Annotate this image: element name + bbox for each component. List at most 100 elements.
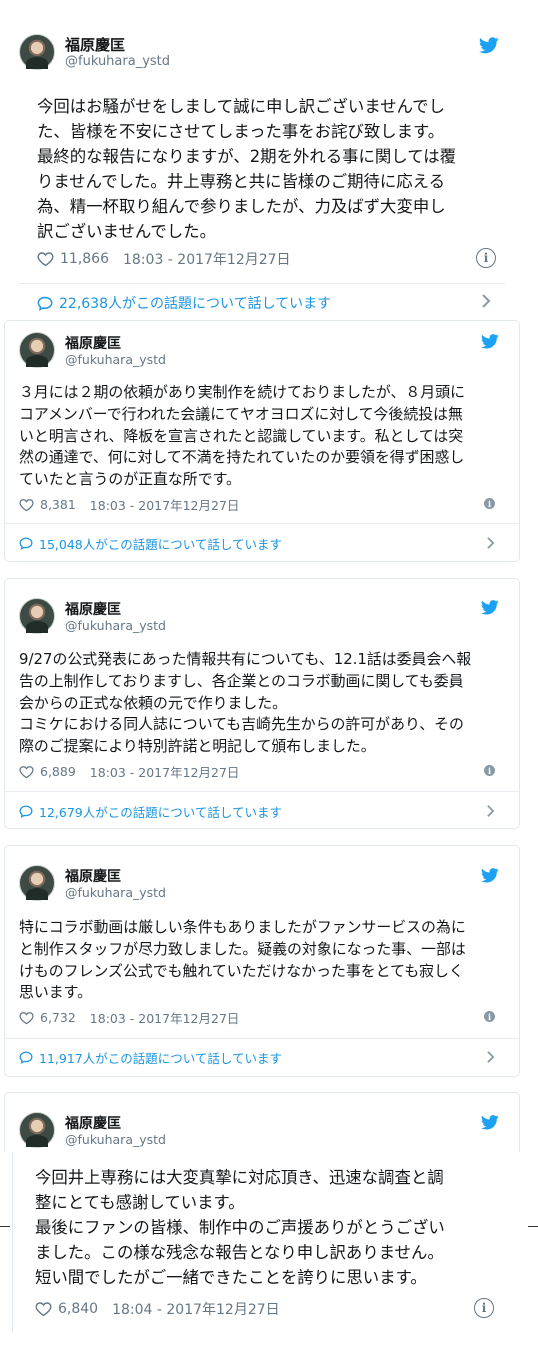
display-name[interactable]: 福原慶匡 [65,333,121,353]
tweet-line: 会からの正式な依頼の元で作りました。 [19,693,288,712]
chevron-right-icon[interactable] [486,535,495,554]
avatar[interactable] [19,332,55,368]
crop-line [528,1226,538,1227]
tweet-card-2: 福原慶匡 @fukuhara_ystd ３月には２期の依頼があり実制作を続けてお… [4,320,520,562]
tweet-card-1: 福原慶匡 @fukuhara_ystd 今回はお騒がせをしまして誠に申し訳ござい… [4,14,520,320]
like-count[interactable]: 6,840 [58,1301,98,1317]
chevron-right-icon[interactable] [486,1049,495,1068]
heart-icon[interactable] [19,765,34,779]
twitter-bird-icon[interactable] [479,37,499,54]
tweet-meta: 6,840 18:04 - 2017年12月27日 [35,1299,280,1319]
tweet-line: ていたと言うのが正直な所です。 [19,470,241,489]
tweet-5-body: 今回井上専務には大変真摯に対応頂き、迅速な調査と調 整にとても感謝しています。 … [12,1152,520,1332]
heart-icon[interactable] [19,1011,34,1025]
conversation-text[interactable]: 22,638人がこの話題について話しています [59,293,331,313]
avatar[interactable] [19,34,55,70]
speech-bubble-icon [37,296,53,311]
timestamp[interactable]: 18:04 - 2017年12月27日 [112,1299,280,1319]
conversation-link[interactable]: 12,679人がこの話題について話しています [19,802,282,821]
info-icon[interactable]: i [476,248,496,268]
tweet-text: 9/27の公式発表にあった情報共有についても、12.1話は委員会へ報 告の上制作… [19,649,471,758]
tweet-card-5: 福原慶匡 @fukuhara_ystd [4,1092,520,1152]
tweet-line: 際のご提案により特別許諾と明記して頒布しました。 [19,737,376,756]
avatar[interactable] [19,1112,55,1148]
conversation-link[interactable]: 11,917人がこの話題について話しています [19,1048,282,1067]
chevron-right-icon[interactable] [486,803,495,822]
twitter-bird-icon[interactable] [481,1115,499,1130]
speech-bubble-icon [19,537,33,550]
divider [5,523,519,524]
tweet-meta: 11,866 18:03 - 2017年12月27日 [37,249,291,269]
tweet-text: 今回井上専務には大変真摯に対応頂き、迅速な調査と調 整にとても感謝しています。 … [35,1165,445,1290]
tweet-line: た、皆様を不安にさせてしまった事をお詫び致します。 [37,122,445,141]
divider [5,1038,519,1039]
user-handle[interactable]: @fukuhara_ystd [65,1132,166,1147]
like-count[interactable]: 8,381 [40,497,76,512]
twitter-bird-icon[interactable] [481,334,499,349]
conversation-link[interactable]: 15,048人がこの話題について話しています [19,534,282,553]
tweet-meta: 6,889 18:03 - 2017年12月27日 [19,762,239,781]
twitter-bird-icon[interactable] [481,868,499,883]
chevron-right-icon[interactable] [481,293,491,313]
info-icon[interactable]: i [484,1011,495,1022]
timestamp[interactable]: 18:03 - 2017年12月27日 [123,249,291,269]
user-handle[interactable]: @fukuhara_ystd [65,618,166,633]
user-handle[interactable]: @fukuhara_ystd [65,352,166,367]
tweet-line: ました。この様な残念な報告となり申し訳ありません。 [35,1243,444,1262]
conversation-text[interactable]: 11,917人がこの話題について話しています [39,1048,282,1067]
tweet-screenshot-collage: 福原慶匡 @fukuhara_ystd 今回はお騒がせをしまして誠に申し訳ござい… [0,0,538,1369]
conversation-link[interactable]: 22,638人がこの話題について話しています [37,293,331,313]
timestamp[interactable]: 18:03 - 2017年12月27日 [90,495,240,514]
tweet-line: 今回井上専務には大変真摯に対応頂き、迅速な調査と調 [35,1168,444,1187]
conversation-text[interactable]: 12,679人がこの話題について話しています [39,802,282,821]
heart-icon[interactable] [19,498,34,512]
avatar[interactable] [19,865,55,901]
avatar[interactable] [19,598,55,634]
divider [19,283,505,284]
display-name[interactable]: 福原慶匡 [65,1113,121,1133]
info-icon[interactable]: i [474,1298,494,1318]
timestamp[interactable]: 18:03 - 2017年12月27日 [90,762,240,781]
tweet-line: 然の通達で、何に対して不満を持たれていたのか要領を得ず困惑し [19,448,465,467]
tweet-line: と制作スタッフが尽力致しました。疑義の対象になった事、一部は [19,939,466,958]
tweet-line: 最終的な報告になりますが、2期を外れる事に関しては覆 [37,147,457,166]
conversation-text[interactable]: 15,048人がこの話題について話しています [39,534,282,553]
tweet-line: 思います。 [19,983,92,1002]
tweet-line: 今回はお騒がせをしまして誠に申し訳ございませんでし [37,97,445,116]
tweet-line: 為、精一杯取り組んで参りましたが、力及ばず大変申し [37,197,446,216]
like-count[interactable]: 11,866 [60,251,109,267]
info-icon[interactable]: i [484,498,495,509]
display-name[interactable]: 福原慶匡 [65,866,121,886]
tweet-line: 特にコラボ動画は厳しい条件もありましたがファンサービスの為に [19,918,466,936]
tweet-line: りませんでした。井上専務と共に皆様のご期待に応える [37,172,445,191]
display-name[interactable]: 福原慶匡 [65,599,121,619]
tweet-meta: 6,732 18:03 - 2017年12月27日 [19,1008,239,1027]
timestamp[interactable]: 18:03 - 2017年12月27日 [90,1008,240,1027]
tweet-text: ３月には２期の依頼があり実制作を続けておりましたが、８月頭に コアメンバーで行わ… [19,382,465,491]
tweet-line: 訳ございませんでした。 [37,222,216,241]
crop-line [0,1226,10,1227]
tweet-line: 最後にファンの皆様、制作中のご声援ありがとうござい [35,1218,445,1237]
user-handle[interactable]: @fukuhara_ystd [65,885,166,900]
tweet-line: 整にとても感謝しています。 [35,1193,245,1212]
like-count[interactable]: 6,732 [40,1010,76,1025]
info-icon[interactable]: i [484,765,495,776]
speech-bubble-icon [19,1051,33,1064]
tweet-line: けものフレンズ公式でも触れていただけなかった事をとても寂しく [19,961,464,980]
like-count[interactable]: 6,889 [40,764,76,779]
tweet-line: 告の上制作しておりますし、各企業とのコラボ動画に関しても委員 [19,671,464,690]
heart-icon[interactable] [35,1301,52,1317]
tweet-line: コミケにおける同人誌についても吉崎先生からの許可があり、その [19,715,464,734]
divider [5,791,519,792]
tweet-line: 9/27の公式発表にあった情報共有についても、12.1話は委員会へ報 [19,650,472,668]
tweet-text: 今回はお騒がせをしまして誠に申し訳ございませんでし た、皆様を不安にさせてしまっ… [37,94,456,244]
display-name[interactable]: 福原慶匡 [65,34,125,55]
tweet-card-3: 福原慶匡 @fukuhara_ystd 9/27の公式発表にあった情報共有につい… [4,578,520,829]
user-handle[interactable]: @fukuhara_ystd [65,54,170,69]
tweet-text: 特にコラボ動画は厳しい条件もありましたがファンサービスの為に と制作スタッフが尽… [19,917,466,1004]
tweet-line: いと明言され、降板を宣言されたと認識しています。私としては突 [19,426,464,445]
tweet-card-4: 福原慶匡 @fukuhara_ystd 特にコラボ動画は厳しい条件もありましたが… [4,845,520,1077]
tweet-meta: 8,381 18:03 - 2017年12月27日 [19,495,239,514]
heart-icon[interactable] [37,251,54,267]
twitter-bird-icon[interactable] [481,600,499,615]
